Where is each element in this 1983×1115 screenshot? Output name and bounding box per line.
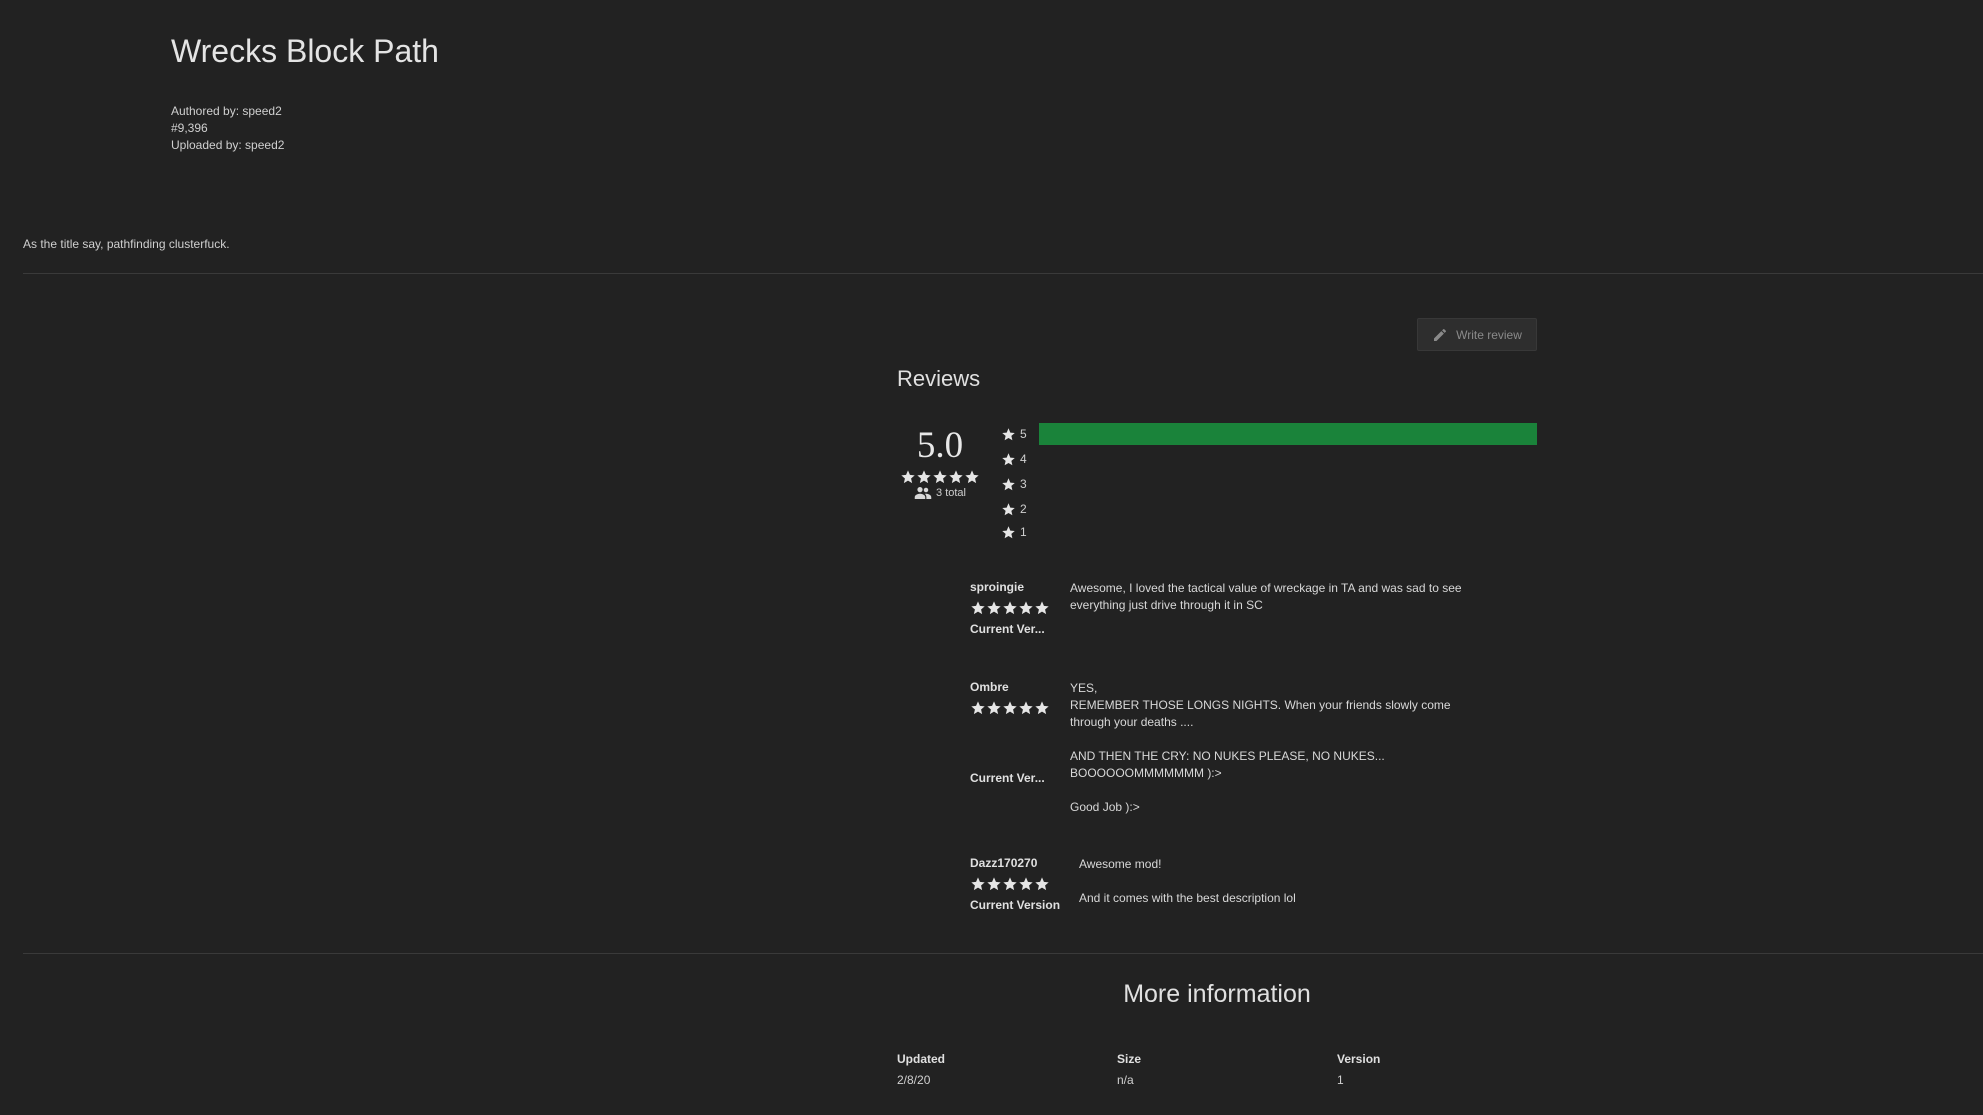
review-body: Awesome mod! And it comes with the best …	[1079, 856, 1499, 907]
histogram-star-label: 4	[1020, 452, 1027, 466]
review-version: Current Ver...	[970, 622, 1045, 636]
rating-summary: 5.0 3 total	[898, 425, 982, 500]
average-rating: 5.0	[916, 425, 964, 466]
star-icon	[1002, 452, 1015, 465]
star-icon	[987, 877, 1001, 891]
histogram-bar-track	[1039, 498, 1537, 520]
star-icon	[1035, 877, 1049, 891]
star-icon	[1019, 601, 1033, 615]
star-icon	[1035, 601, 1049, 615]
star-icon	[1003, 701, 1017, 715]
histogram-row-4: 4	[1001, 448, 1537, 470]
star-icon	[1019, 877, 1033, 891]
star-icon	[965, 470, 979, 484]
review-item: Dazz170270 Current Version Awesome mod! …	[970, 856, 1296, 912]
star-icon	[1002, 427, 1015, 440]
histogram-row-5: 5	[1001, 423, 1537, 445]
review-stars	[970, 876, 1050, 892]
review-author: sproingie	[970, 580, 1025, 594]
histogram-bar-track	[1039, 448, 1537, 470]
star-icon	[971, 877, 985, 891]
review-version: Current Ver...	[970, 771, 1045, 785]
star-icon	[1019, 701, 1033, 715]
star-icon	[1003, 601, 1017, 615]
average-stars	[898, 469, 982, 485]
info-value: 1	[1337, 1073, 1344, 1087]
info-value: 2/8/20	[897, 1073, 931, 1087]
histogram-bar-track	[1039, 423, 1537, 445]
review-count-label: 3 total	[936, 487, 966, 499]
mod-description: As the title say, pathfinding clusterfuc…	[23, 237, 230, 251]
mod-title: Wrecks Block Path	[171, 33, 439, 69]
star-icon	[987, 701, 1001, 715]
review-body: YES, REMEMBER THOSE LONGS NIGHTS. When y…	[1070, 680, 1490, 816]
histogram-star-label: 3	[1020, 477, 1027, 491]
mod-id: #9,396	[171, 121, 208, 135]
histogram-row-3: 3	[1001, 473, 1537, 495]
info-label: Version	[1337, 1052, 1381, 1066]
review-version: Current Version	[970, 898, 1061, 912]
histogram-star-label: 1	[1020, 525, 1027, 539]
info-version: Version 1	[1337, 1052, 1380, 1087]
write-review-button[interactable]: Write review	[1417, 318, 1537, 351]
review-stars	[970, 600, 1050, 616]
histogram-row-2: 2	[1001, 498, 1537, 520]
info-label: Updated	[897, 1052, 945, 1066]
star-icon	[1002, 502, 1015, 515]
star-icon	[917, 470, 931, 484]
star-icon	[1002, 525, 1015, 538]
review-stars	[970, 700, 1050, 716]
review-author: Ombre	[970, 680, 1009, 694]
review-text: Awesome mod!	[1079, 857, 1162, 871]
review-count: 3 total	[898, 486, 982, 500]
star-icon	[971, 701, 985, 715]
write-review-label: Write review	[1456, 327, 1522, 342]
uploaded-by: Uploaded by: speed2	[171, 138, 285, 152]
info-updated: Updated 2/8/20	[897, 1052, 945, 1087]
review-text: AND THEN THE CRY: NO NUKES PLEASE, NO NU…	[1070, 749, 1385, 780]
review-item: Ombre Current Ver... YES, REMEMBER THOSE…	[970, 680, 1451, 814]
pencil-icon	[1434, 328, 1447, 341]
histogram-bar	[1039, 423, 1537, 445]
info-value: n/a	[1117, 1073, 1134, 1087]
star-icon	[971, 601, 985, 615]
review-text: REMEMBER THOSE LONGS NIGHTS. When your f…	[1070, 698, 1451, 729]
histogram-row-1: 1	[1001, 521, 1537, 543]
more-information-heading: More information	[1123, 980, 1311, 1008]
info-size: Size n/a	[1117, 1052, 1141, 1087]
section-divider	[23, 953, 1983, 954]
review-text: YES,	[1070, 681, 1098, 695]
mod-detail-page: Wrecks Block Path Authored by: speed2 #9…	[0, 0, 1983, 1115]
histogram-star-label: 5	[1020, 427, 1027, 441]
star-icon	[1035, 701, 1049, 715]
histogram-star-label: 2	[1020, 502, 1027, 516]
star-icon	[949, 470, 963, 484]
review-author: Dazz170270	[970, 856, 1038, 870]
review-body: Awesome, I loved the tactical value of w…	[1070, 580, 1490, 614]
review-text: Good Job ):>	[1070, 800, 1140, 814]
info-label: Size	[1117, 1052, 1142, 1066]
reviews-heading: Reviews	[897, 366, 981, 391]
star-icon	[933, 470, 947, 484]
authored-by: Authored by: speed2	[171, 104, 282, 118]
star-icon	[1003, 877, 1017, 891]
star-icon	[901, 470, 915, 484]
histogram-bar-track	[1039, 521, 1537, 543]
review-item: sproingie Current Ver... Awesome, I love…	[970, 580, 1462, 636]
review-text: Awesome, I loved the tactical value of w…	[1070, 581, 1462, 612]
review-text: And it comes with the best description l…	[1079, 891, 1296, 905]
star-icon	[987, 601, 1001, 615]
star-icon	[1002, 477, 1015, 490]
histogram-bar-track	[1039, 473, 1537, 495]
section-divider	[23, 273, 1983, 274]
people-icon	[914, 487, 932, 499]
mod-meta: Authored by: speed2 #9,396 Uploaded by: …	[171, 103, 284, 154]
